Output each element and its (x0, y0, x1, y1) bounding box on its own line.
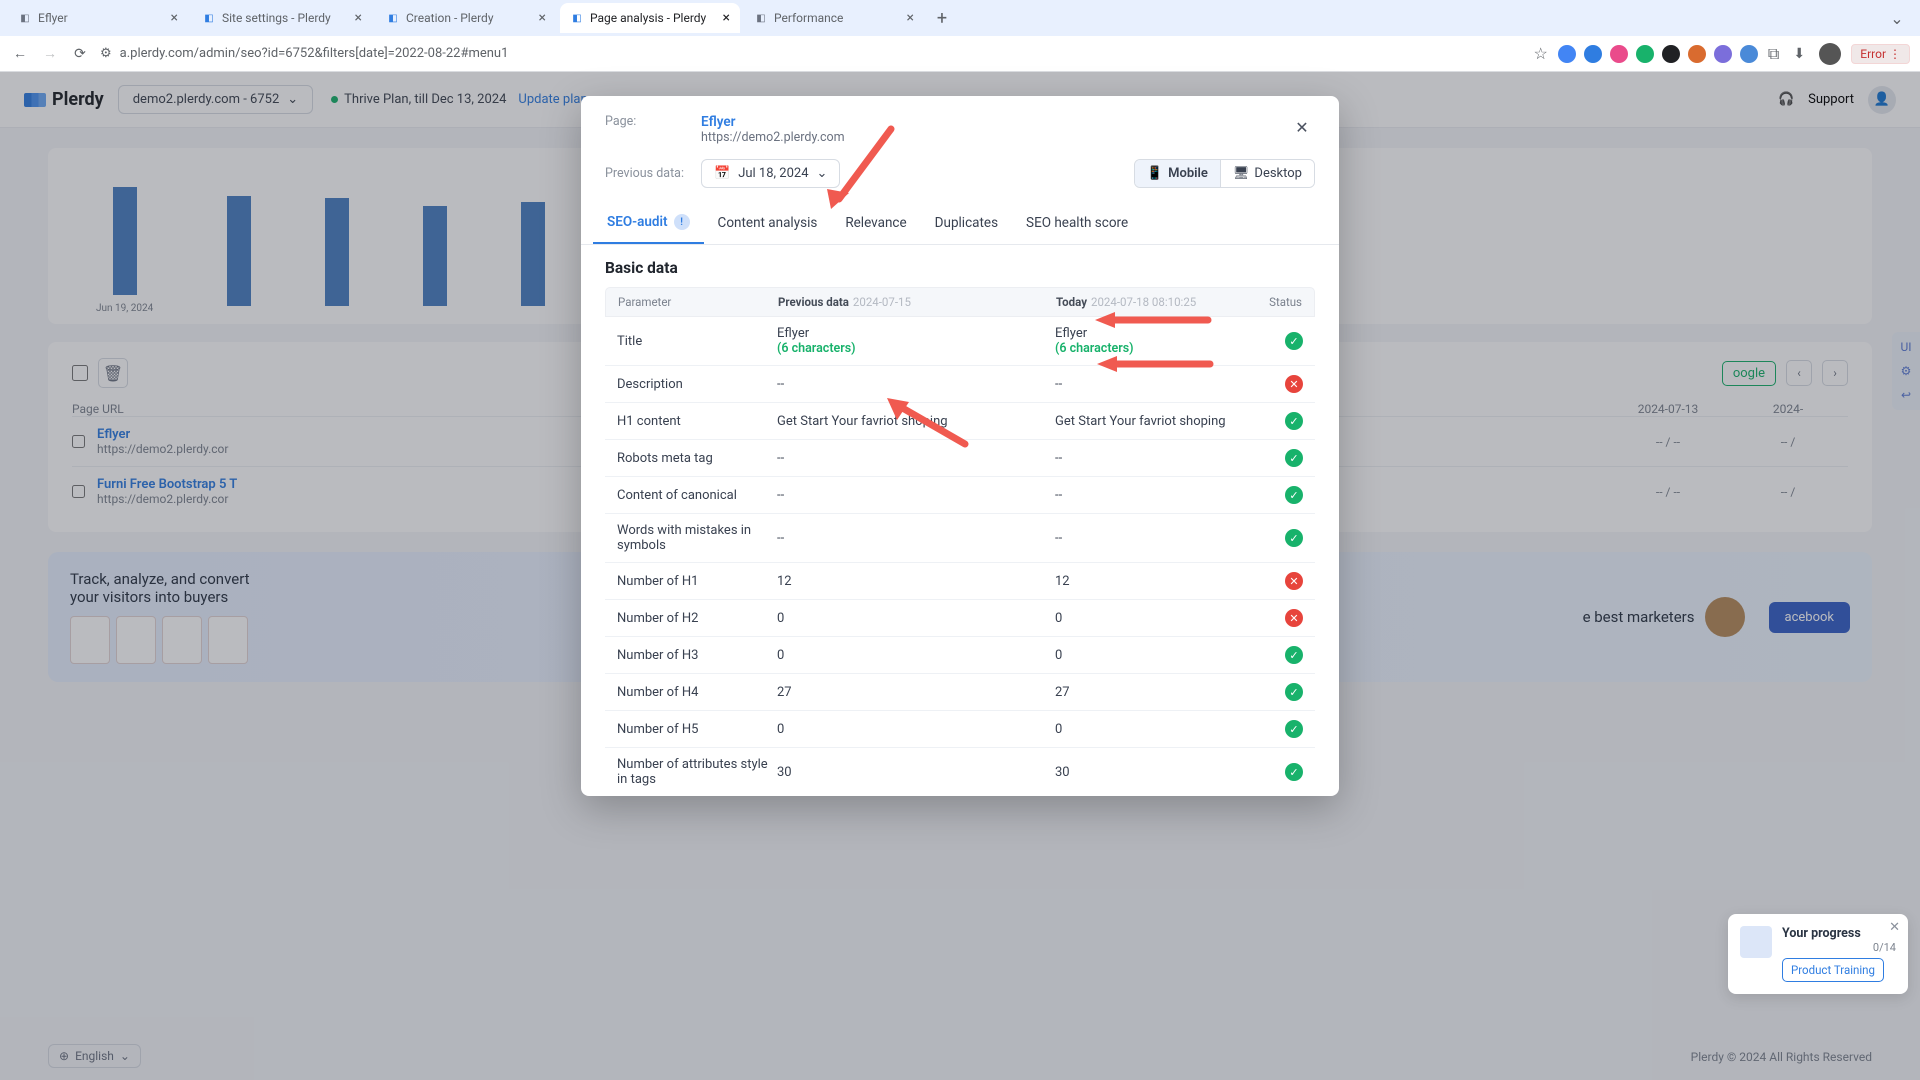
status-ok-icon: ✓ (1285, 720, 1303, 738)
bookmark-icon[interactable]: ☆ (1533, 44, 1547, 63)
product-training-button[interactable]: Product Training (1782, 958, 1884, 982)
status-error-icon: ✕ (1285, 572, 1303, 590)
back-button[interactable]: ← (10, 45, 30, 62)
close-icon[interactable]: ✕ (1889, 920, 1900, 935)
date-picker[interactable]: 📅 Jul 18, 2024 ⌄ (701, 159, 840, 188)
site-info-icon[interactable]: ⚙ (100, 46, 112, 61)
reload-button[interactable]: ⟳ (70, 46, 90, 62)
url-text: a.plerdy.com/admin/seo?id=6752&filters[d… (120, 46, 509, 61)
data-table-header: Parameter Previous data2024-07-15 Today2… (605, 287, 1315, 317)
modal-tabs: SEO-audit!Content analysisRelevanceDupli… (581, 202, 1339, 245)
extension-icon[interactable] (1662, 45, 1680, 63)
data-row: Number of attributes style in tags3030✓ (605, 748, 1315, 796)
data-row: Content of canonical----✓ (605, 477, 1315, 514)
status-error-icon: ✕ (1285, 609, 1303, 627)
progress-card: ✕ Your progress 0/14 Product Training (1728, 914, 1908, 994)
browser-tab-strip: ◧Eflyer×◧Site settings - Plerdy×◧Creatio… (0, 0, 1920, 36)
profile-avatar[interactable] (1819, 43, 1841, 65)
desktop-icon: 🖥 (1233, 166, 1250, 181)
data-row: Number of H11212✕ (605, 563, 1315, 600)
data-row: Number of H200✕ (605, 600, 1315, 637)
progress-title: Your progress (1782, 926, 1896, 941)
data-row: TitleEflyer(6 characters)Eflyer(6 charac… (605, 317, 1315, 366)
extension-icon[interactable] (1558, 45, 1576, 63)
new-tab-button[interactable]: + (928, 8, 956, 29)
close-icon[interactable]: × (723, 10, 730, 26)
mascot-icon (1740, 926, 1772, 958)
close-icon[interactable]: × (539, 10, 546, 26)
data-row: Words with mistakes in symbols----✓ (605, 514, 1315, 563)
forward-button[interactable]: → (40, 45, 60, 62)
modal-page-url: https://demo2.plerdy.com (701, 130, 845, 145)
status-ok-icon: ✓ (1285, 683, 1303, 701)
data-row: Robots meta tag----✓ (605, 440, 1315, 477)
prev-data-label: Previous data: (605, 166, 685, 181)
browser-tab[interactable]: ◧Site settings - Plerdy× (192, 3, 372, 33)
mobile-toggle[interactable]: 📱Mobile (1135, 160, 1220, 187)
page-label: Page: (605, 114, 685, 129)
browser-tab[interactable]: ◧Eflyer× (8, 3, 188, 33)
desktop-toggle[interactable]: 🖥Desktop (1220, 160, 1314, 187)
extensions-menu-icon[interactable]: ⧉ (1768, 44, 1779, 64)
status-error-icon: ✕ (1285, 375, 1303, 393)
mobile-icon: 📱 (1147, 166, 1163, 181)
error-chip[interactable]: Error ⋮ (1851, 44, 1910, 64)
download-icon[interactable]: ⬇ (1789, 46, 1809, 62)
extension-icon[interactable] (1584, 45, 1602, 63)
tab-overflow-button[interactable]: ⌄ (1882, 9, 1912, 28)
data-row: Number of H300✓ (605, 637, 1315, 674)
modal-tab[interactable]: Duplicates (921, 202, 1012, 244)
close-button[interactable]: ✕ (1289, 114, 1315, 140)
page-analysis-modal: Page: Eflyer https://demo2.plerdy.com ✕ … (581, 96, 1339, 796)
status-ok-icon: ✓ (1285, 412, 1303, 430)
modal-tab[interactable]: SEO health score (1012, 202, 1142, 244)
status-ok-icon: ✓ (1285, 486, 1303, 504)
calendar-icon: 📅 (714, 166, 730, 181)
browser-tab[interactable]: ◧Creation - Plerdy× (376, 3, 556, 33)
address-bar: ← → ⟳ ⚙ a.plerdy.com/admin/seo?id=6752&f… (0, 36, 1920, 72)
extension-icon[interactable] (1688, 45, 1706, 63)
close-icon[interactable]: × (171, 10, 178, 26)
status-ok-icon: ✓ (1285, 763, 1303, 781)
modal-page-title[interactable]: Eflyer (701, 114, 845, 130)
modal-tab[interactable]: SEO-audit! (593, 202, 704, 244)
status-ok-icon: ✓ (1285, 646, 1303, 664)
section-title: Basic data (605, 259, 1315, 277)
status-ok-icon: ✓ (1285, 529, 1303, 547)
tab-badge-icon: ! (674, 214, 690, 230)
extension-icon[interactable] (1714, 45, 1732, 63)
close-icon[interactable]: × (355, 10, 362, 26)
browser-tab[interactable]: ◧Page analysis - Plerdy× (560, 3, 740, 33)
status-ok-icon: ✓ (1285, 449, 1303, 467)
chevron-down-icon: ⌄ (817, 166, 828, 181)
modal-tab[interactable]: Relevance (831, 202, 920, 244)
data-row: H1 contentGet Start Your favriot shoping… (605, 403, 1315, 440)
data-row: Number of H42727✓ (605, 674, 1315, 711)
data-row: Description----✕ (605, 366, 1315, 403)
extension-icon[interactable] (1610, 45, 1628, 63)
close-icon[interactable]: × (907, 10, 914, 26)
extension-icon[interactable] (1636, 45, 1654, 63)
status-ok-icon: ✓ (1285, 332, 1303, 350)
modal-tab[interactable]: Content analysis (704, 202, 832, 244)
extensions-row (1558, 45, 1758, 63)
data-row: Number of H500✓ (605, 711, 1315, 748)
device-toggle: 📱Mobile 🖥Desktop (1134, 159, 1315, 188)
progress-count: 0/14 (1782, 941, 1896, 954)
extension-icon[interactable] (1740, 45, 1758, 63)
browser-tab[interactable]: ◧Performance× (744, 3, 924, 33)
